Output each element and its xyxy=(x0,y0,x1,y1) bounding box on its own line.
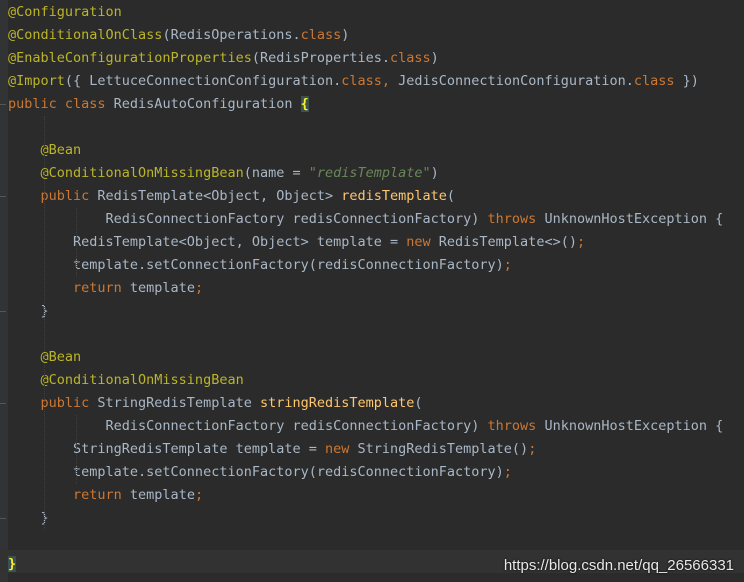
code-token: RedisTemplate<>() xyxy=(438,234,577,250)
code-token: UnknownHostException { xyxy=(544,418,724,434)
code-line[interactable]: return template; xyxy=(8,484,203,507)
code-line[interactable]: RedisTemplate<Object, Object> template =… xyxy=(8,231,585,254)
code-token: } xyxy=(8,510,49,526)
code-token: throws xyxy=(487,211,545,227)
code-line[interactable]: template.setConnectionFactory(redisConne… xyxy=(8,254,512,277)
code-editor[interactable]: @Configuration @ConditionalOnClass(RedisO… xyxy=(0,0,744,582)
code-token: ) xyxy=(430,165,439,181)
code-token: RedisConnectionFactory redisConnectionFa… xyxy=(8,418,488,434)
code-token: class xyxy=(633,73,675,89)
code-token: ) xyxy=(341,27,350,43)
indent-guide xyxy=(76,415,77,484)
code-token: template xyxy=(129,280,195,296)
code-line[interactable]: StringRedisTemplate template = new Strin… xyxy=(8,438,536,461)
code-token: RedisTemplate<Object, Object> template = xyxy=(8,234,407,250)
indent-guide xyxy=(76,208,77,277)
code-token: StringRedisTemplate template = xyxy=(8,441,325,457)
code-token: RedisAutoConfiguration xyxy=(113,96,301,112)
code-line[interactable]: RedisConnectionFactory redisConnectionFa… xyxy=(8,415,724,438)
code-token: ( xyxy=(446,188,456,204)
code-token: stringRedisTemplate xyxy=(259,395,415,411)
code-line[interactable]: } xyxy=(8,507,49,530)
code-line[interactable]: @Configuration xyxy=(8,1,122,24)
code-token: ( xyxy=(414,395,423,411)
code-line[interactable]: public RedisTemplate<Object, Object> red… xyxy=(8,185,456,208)
fold-marker-icon[interactable] xyxy=(0,311,6,312)
code-token: "redisTemplate" xyxy=(308,165,431,181)
code-line[interactable]: } xyxy=(8,553,17,576)
code-line[interactable]: RedisConnectionFactory redisConnectionFa… xyxy=(8,208,724,231)
fold-marker-icon[interactable] xyxy=(0,403,6,404)
code-token: } xyxy=(8,303,49,319)
code-line[interactable]: return template; xyxy=(8,277,203,300)
fold-marker-icon[interactable] xyxy=(0,196,6,197)
code-line[interactable]: @ConditionalOnMissingBean(name = "redisT… xyxy=(8,162,439,185)
code-token: redisTemplate xyxy=(341,188,447,204)
code-token: @Import xyxy=(8,73,65,89)
code-token: @EnableConfigurationProperties xyxy=(8,50,252,66)
code-line[interactable]: @EnableConfigurationProperties(RedisProp… xyxy=(8,47,439,70)
code-token: { xyxy=(300,96,309,112)
code-token: public xyxy=(8,188,98,204)
code-token: public class xyxy=(8,96,114,112)
code-line[interactable]: template.setConnectionFactory(redisConne… xyxy=(8,461,512,484)
code-token: class xyxy=(300,27,342,43)
code-token: ; xyxy=(503,257,512,273)
code-token: ({ LettuceConnectionConfiguration. xyxy=(64,73,342,89)
code-token: template.setConnectionFactory(redisConne… xyxy=(8,257,504,273)
code-token: (RedisProperties. xyxy=(251,50,391,66)
code-token: } xyxy=(8,556,17,572)
code-token: RedisTemplate<Object, Object> xyxy=(97,188,342,204)
code-token: new xyxy=(406,234,439,250)
code-line[interactable]: } xyxy=(8,300,49,323)
code-token: StringRedisTemplate() xyxy=(357,441,529,457)
code-token: class xyxy=(390,50,431,66)
code-token: ; xyxy=(194,487,204,503)
code-token: UnknownHostException { xyxy=(544,211,724,227)
code-token: throws xyxy=(487,418,545,434)
code-token: @ConditionalOnClass xyxy=(8,27,163,43)
code-token: ) xyxy=(430,50,439,66)
code-line[interactable]: @ConditionalOnClass(RedisOperations.clas… xyxy=(8,24,349,47)
code-token: (RedisOperations. xyxy=(162,27,301,43)
code-token: RedisConnectionFactory redisConnectionFa… xyxy=(8,211,488,227)
code-token: JedisConnectionConfiguration. xyxy=(398,73,634,89)
code-token: ; xyxy=(194,280,204,296)
code-token: new xyxy=(324,441,358,457)
code-token: }) xyxy=(674,73,699,89)
code-line[interactable]: public StringRedisTemplate stringRedisTe… xyxy=(8,392,423,415)
code-line[interactable]: public class RedisAutoConfiguration { xyxy=(8,93,309,116)
code-token: ; xyxy=(576,234,586,250)
code-token: template xyxy=(129,487,195,503)
fold-marker-icon[interactable] xyxy=(0,104,6,105)
fold-marker-icon[interactable] xyxy=(0,518,6,519)
code-token: public xyxy=(8,395,98,411)
watermark-text: https://blog.csdn.net/qq_26566331 xyxy=(503,557,734,574)
code-token: ; xyxy=(503,464,512,480)
editor-gutter xyxy=(0,0,8,582)
code-token: , xyxy=(381,73,399,89)
code-token: class xyxy=(341,73,382,89)
code-token: StringRedisTemplate xyxy=(97,395,260,411)
code-token: (name = xyxy=(243,165,309,181)
indent-guide xyxy=(44,116,45,530)
code-token: ; xyxy=(528,441,537,457)
code-token: @Configuration xyxy=(8,4,122,20)
code-token: template.setConnectionFactory(redisConne… xyxy=(8,464,504,480)
code-token: return xyxy=(8,280,130,296)
code-line[interactable]: @Import({ LettuceConnectionConfiguration… xyxy=(8,70,699,93)
code-token: return xyxy=(8,487,130,503)
